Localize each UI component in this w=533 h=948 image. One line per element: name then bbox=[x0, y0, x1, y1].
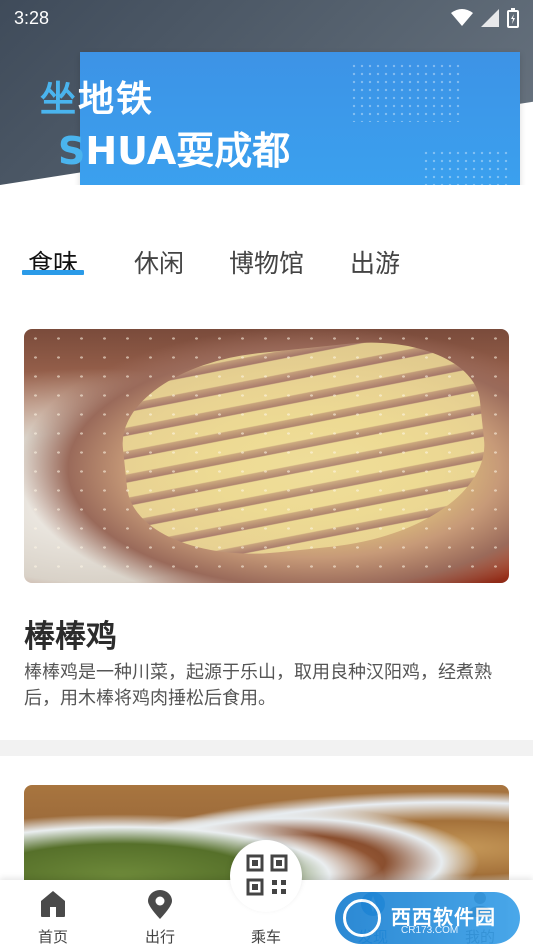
hero-title-line2: SHUA耍成都 bbox=[58, 129, 291, 173]
tab-travel[interactable]: 出游 bbox=[350, 244, 400, 280]
signal-icon bbox=[481, 9, 499, 31]
location-pin-icon bbox=[147, 890, 173, 920]
dot-pattern bbox=[422, 149, 512, 185]
watermark-logo: 西西软件园 CR173.COM bbox=[335, 892, 520, 944]
battery-icon bbox=[507, 8, 519, 32]
home-icon bbox=[40, 890, 66, 920]
dot-pattern bbox=[350, 62, 460, 122]
card-image-bangbang-chicken[interactable] bbox=[24, 329, 509, 583]
status-bar: 3:28 bbox=[0, 0, 533, 36]
active-tab-indicator bbox=[22, 270, 84, 275]
tab-museum[interactable]: 博物馆 bbox=[229, 244, 304, 280]
card-title[interactable]: 棒棒鸡 bbox=[24, 611, 117, 656]
qr-code-icon[interactable] bbox=[244, 852, 290, 898]
card-description: 棒棒鸡是一种川菜，起源于乐山，取用良种汉阳鸡，经煮熟后，用木棒将鸡肉捶松后食用。 bbox=[24, 662, 492, 709]
hero-title-line1: 坐地铁 bbox=[40, 79, 155, 120]
tab-leisure[interactable]: 休闲 bbox=[134, 244, 184, 280]
wifi-icon bbox=[451, 9, 473, 31]
category-tabs: 食味 休闲 博物馆 出游 bbox=[0, 240, 533, 285]
watermark-icon bbox=[343, 899, 381, 937]
status-time: 3:28 bbox=[14, 8, 50, 28]
section-divider bbox=[0, 740, 533, 756]
